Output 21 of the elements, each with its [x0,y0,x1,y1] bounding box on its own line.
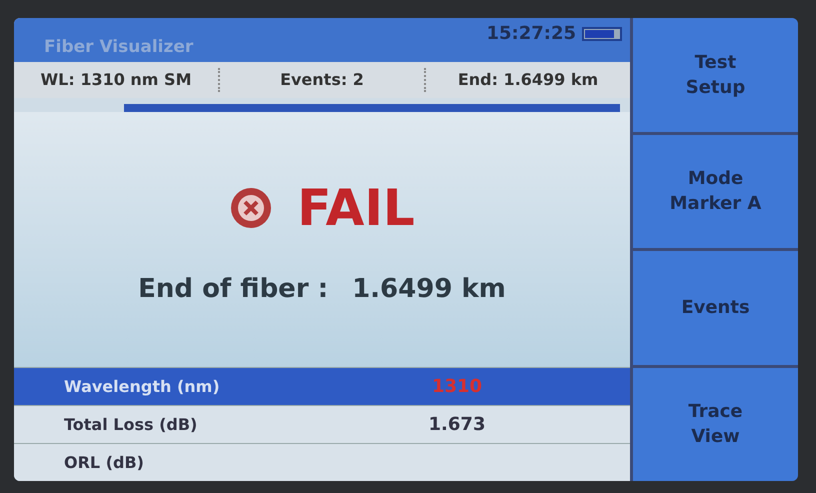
info-text: WL: 1310 nm SM [14,68,220,92]
result-status: FAIL [297,178,415,238]
row-label: ORL (dB) [63,452,145,474]
table-row[interactable]: ORL (dB) [14,443,630,481]
softkey-button[interactable]: Mode Marker A [633,134,798,248]
row-label: Wavelength (nm) [63,376,221,398]
row-value: 1310 [430,375,484,399]
info-text: End: 1.6499 km [456,69,600,91]
table-row[interactable]: Total Loss (dB) 1.673 [14,405,630,443]
softkey-button[interactable]: Events [633,251,798,364]
softkey-button[interactable]: Test Setup [633,18,798,132]
softkey-button[interactable]: Trace View [633,368,798,481]
end-of-fiber-label: End of fiber : [138,272,328,306]
table-row[interactable]: Wavelength (nm) 1310 [14,367,630,405]
battery-icon [582,26,622,40]
end-of-fiber-value: 1.6499 km [352,272,506,306]
row-value: 1.673 [428,413,486,437]
row-label: Total Loss (dB) [63,414,198,436]
clock-time: 15:27:25 [486,22,576,46]
info-text: Events: 2 [220,68,426,92]
window-title: Fiber Visualizer [44,36,194,58]
